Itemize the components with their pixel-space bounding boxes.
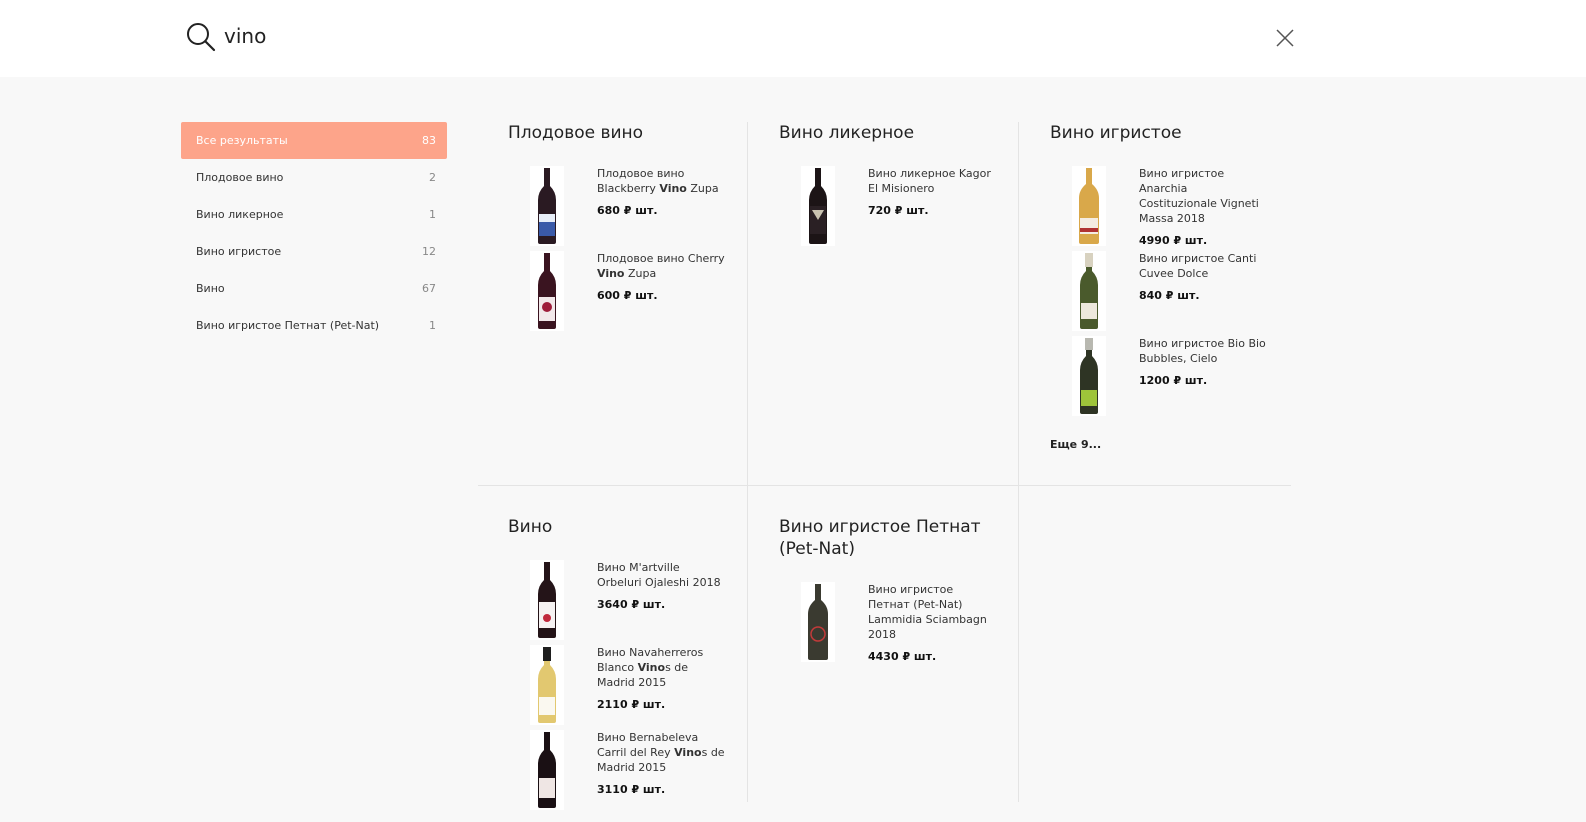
product-name: Вино ликерное Kagor El Misionero [868, 167, 991, 195]
product-price: 2110 ₽ шт. [597, 698, 666, 711]
group-title: Плодовое вино [508, 123, 644, 143]
category-fruit-wine[interactable]: Плодовое вино 2 [181, 159, 447, 196]
product-name: Плодовое вино Cherry Vino Zupa [597, 252, 725, 280]
product-card[interactable]: Вино игристое Anarchia Costituzionale Vi… [1050, 166, 1280, 248]
result-group-sparkling-wine: Вино игристое Вино игристое Anarchia Cos… [1050, 122, 1290, 451]
category-sparkling-wine[interactable]: Вино игристое 12 [181, 233, 447, 270]
wine-bottle-image [801, 166, 835, 246]
product-card[interactable]: Вино игристое Canti Cuvee Dolce 840 ₽ шт… [1050, 251, 1280, 333]
product-card[interactable]: Вино Navaherreros Blanco Vinos de Madrid… [508, 645, 738, 727]
product-card[interactable]: Вино Bernabeleva Carril del Rey Vinos de… [508, 730, 738, 812]
product-card[interactable]: Вино ликерное Kagor El Misionero 720 ₽ ш… [779, 166, 1009, 248]
category-count: 12 [422, 245, 436, 258]
search-icon [187, 23, 216, 52]
category-count: 67 [422, 282, 436, 295]
category-label: Вино [196, 282, 225, 295]
close-icon[interactable] [1275, 28, 1295, 48]
wine-bottle-image [530, 251, 564, 331]
product-price: 680 ₽ шт. [597, 204, 658, 217]
product-card[interactable]: Плодовое вино Cherry Vino Zupa 600 ₽ шт. [508, 251, 738, 333]
result-group-wine: Вино Вино M'artville Orbeluri Ojaleshi 2… [508, 516, 738, 810]
category-petnat-wine[interactable]: Вино игристое Петнат (Pet-Nat) 1 [181, 307, 447, 344]
product-name: Вино игристое Canti Cuvee Dolce [1139, 252, 1257, 280]
product-name: Вино M'artville Orbeluri Ojaleshi 2018 [597, 561, 721, 589]
divider [478, 485, 1291, 486]
group-title: Вино игристое [1050, 123, 1182, 143]
category-label: Все результаты [196, 134, 288, 147]
group-title: Вино ликерное [779, 123, 915, 143]
product-name: Вино игристое Anarchia Costituzionale Vi… [1139, 167, 1259, 225]
product-name: Плодовое вино Blackberry Vino Zupa [597, 167, 719, 195]
wine-bottle-image [1072, 166, 1106, 246]
product-card[interactable]: Вино M'artville Orbeluri Ojaleshi 2018 3… [508, 560, 738, 642]
category-count: 2 [429, 171, 436, 184]
search-header [0, 0, 1586, 77]
result-group-liqueur-wine: Вино ликерное Вино ликерное Kagor El Mis… [779, 122, 1009, 246]
product-price: 720 ₽ шт. [868, 204, 929, 217]
product-price: 4990 ₽ шт. [1139, 234, 1208, 247]
category-liqueur-wine[interactable]: Вино ликерное 1 [181, 196, 447, 233]
product-card[interactable]: Вино игристое Bio Bio Bubbles, Cielo 120… [1050, 336, 1280, 418]
group-title: Вино игристое Петнат (Pet-Nat) [779, 517, 981, 559]
divider [1018, 122, 1019, 802]
category-count: 83 [422, 134, 436, 147]
wine-bottle-image [1072, 336, 1106, 416]
wine-bottle-image [530, 560, 564, 640]
category-label: Вино ликерное [196, 208, 284, 221]
wine-bottle-image [801, 582, 835, 662]
product-price: 1200 ₽ шт. [1139, 374, 1208, 387]
wine-bottle-image [530, 730, 564, 810]
product-price: 3640 ₽ шт. [597, 598, 666, 611]
product-name: Вино игристое Bio Bio Bubbles, Cielo [1139, 337, 1266, 365]
product-name: Вино Navaherreros Blanco Vinos de Madrid… [597, 646, 704, 689]
category-count: 1 [429, 319, 436, 332]
search-input[interactable] [224, 20, 1124, 52]
product-card[interactable]: Вино игристое Петнат (Pet-Nat) Lammidia … [779, 582, 1009, 664]
category-count: 1 [429, 208, 436, 221]
product-name: Вино игристое Петнат (Pet-Nat) Lammidia … [868, 583, 987, 641]
category-all-results[interactable]: Все результаты 83 [181, 122, 447, 159]
wine-bottle-image [1072, 251, 1106, 331]
group-title: Вино [508, 517, 553, 537]
product-price: 3110 ₽ шт. [597, 783, 666, 796]
product-name: Вино Bernabeleva Carril del Rey Vinos de… [597, 731, 725, 774]
category-filter-list: Все результаты 83 Плодовое вино 2 Вино л… [181, 122, 447, 344]
show-more-link[interactable]: Еще 9... [1050, 438, 1101, 451]
category-label: Плодовое вино [196, 171, 284, 184]
result-group-petnat-wine: Вино игристое Петнат (Pet-Nat) Вино игри… [779, 516, 1009, 663]
results-grid: Плодовое вино Плодовое вино Blackberry V… [478, 122, 1291, 822]
product-price: 4430 ₽ шт. [868, 650, 937, 663]
wine-bottle-image [530, 166, 564, 246]
product-price: 600 ₽ шт. [597, 289, 658, 302]
category-label: Вино игристое Петнат (Pet-Nat) [196, 319, 380, 332]
category-wine[interactable]: Вино 67 [181, 270, 447, 307]
product-price: 840 ₽ шт. [1139, 289, 1200, 302]
product-card[interactable]: Плодовое вино Blackberry Vino Zupa 680 ₽… [508, 166, 738, 248]
wine-bottle-image [530, 645, 564, 725]
category-label: Вино игристое [196, 245, 282, 258]
result-group-fruit-wine: Плодовое вино Плодовое вино Blackberry V… [508, 122, 738, 331]
divider [747, 122, 748, 802]
